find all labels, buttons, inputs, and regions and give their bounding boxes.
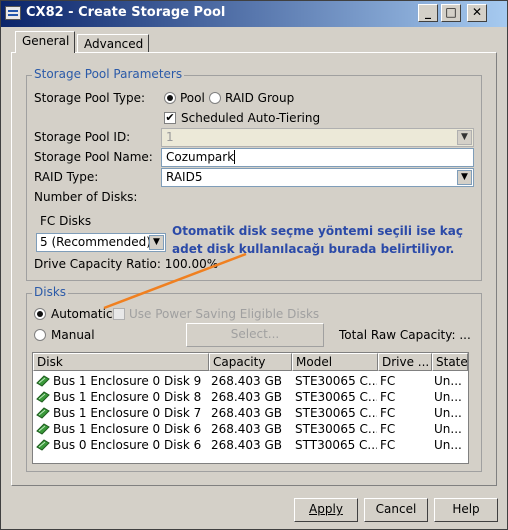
pool-name-value: Cozumpark bbox=[166, 150, 235, 164]
cell-capacity: 268.403 GB bbox=[211, 406, 282, 420]
cancel-label: Cancel bbox=[375, 502, 417, 516]
cell-state: Un... bbox=[434, 422, 462, 436]
cell-disk: Bus 0 Enclosure 0 Disk 6 bbox=[53, 438, 202, 452]
pool-name-label: Storage Pool Name: bbox=[34, 150, 153, 164]
cell-drive: FC bbox=[380, 390, 396, 404]
pool-id-field: 1 ▼ bbox=[161, 128, 474, 147]
cell-disk: Bus 1 Enclosure 0 Disk 9 bbox=[53, 374, 202, 388]
cell-model: STT30065 C... bbox=[295, 438, 377, 452]
manual-label[interactable]: Manual bbox=[51, 328, 95, 342]
close-button[interactable]: ✕ bbox=[467, 4, 487, 22]
disk-icon bbox=[36, 375, 50, 387]
minimize-button[interactable]: _ bbox=[418, 4, 438, 22]
apply-label: Apply bbox=[309, 502, 343, 516]
column-header-drive[interactable]: Drive ... bbox=[378, 353, 432, 371]
disk-icon bbox=[36, 439, 50, 451]
chevron-down-icon: ▼ bbox=[457, 130, 472, 145]
cell-model: STE30065 C... bbox=[295, 422, 377, 436]
cell-model: STE30065 C... bbox=[295, 406, 377, 420]
pool-radio[interactable] bbox=[164, 92, 176, 104]
raid-type-select[interactable]: RAID5 ▼ bbox=[161, 168, 474, 187]
chevron-down-icon[interactable]: ▼ bbox=[457, 170, 472, 185]
cell-capacity: 268.403 GB bbox=[211, 390, 282, 404]
cell-drive: FC bbox=[380, 422, 396, 436]
pool-id-value: 1 bbox=[166, 130, 174, 144]
cell-drive: FC bbox=[380, 374, 396, 388]
tab-general[interactable]: General bbox=[15, 31, 75, 53]
cell-capacity: 268.403 GB bbox=[211, 374, 282, 388]
auto-tiering-checkbox[interactable]: ✔ bbox=[164, 112, 176, 124]
pool-type-label: Storage Pool Type: bbox=[34, 91, 146, 105]
select-disks-button[interactable]: Select... bbox=[186, 323, 324, 347]
pool-name-input[interactable]: Cozumpark​ bbox=[161, 148, 474, 167]
column-header-state[interactable]: State bbox=[432, 353, 468, 371]
fc-disks-value: 5 (Recommended) bbox=[40, 235, 151, 249]
raid-type-value: RAID5 bbox=[166, 170, 203, 184]
help-label: Help bbox=[452, 502, 480, 516]
tab-advanced[interactable]: Advanced bbox=[77, 34, 149, 53]
raid-group-label[interactable]: RAID Group bbox=[225, 91, 294, 105]
chevron-down-icon[interactable]: ▼ bbox=[149, 235, 164, 250]
num-disks-label: Number of Disks: bbox=[34, 190, 138, 204]
help-button[interactable]: Help bbox=[434, 498, 498, 522]
cell-model: STE30065 C... bbox=[295, 374, 377, 388]
annotation-arrow bbox=[103, 252, 247, 310]
disk-icon bbox=[36, 423, 50, 435]
column-header-capacity[interactable]: Capacity bbox=[209, 353, 292, 371]
params-legend: Storage Pool Parameters bbox=[32, 67, 185, 81]
column-header-disk[interactable]: Disk bbox=[33, 353, 209, 371]
cell-model: STE30065 C... bbox=[295, 390, 377, 404]
automatic-radio[interactable] bbox=[34, 308, 46, 320]
pool-radio-label[interactable]: Pool bbox=[180, 91, 205, 105]
disk-icon bbox=[36, 407, 50, 419]
cell-state: Un... bbox=[434, 374, 462, 388]
cell-state: Un... bbox=[434, 406, 462, 420]
fc-disks-label: FC Disks bbox=[40, 214, 92, 228]
cell-capacity: 268.403 GB bbox=[211, 438, 282, 452]
cell-state: Un... bbox=[434, 390, 462, 404]
manual-radio[interactable] bbox=[34, 329, 46, 341]
annotation-line-1: Otomatik disk seçme yöntemi seçili ise k… bbox=[172, 224, 463, 238]
cell-drive: FC bbox=[380, 406, 396, 420]
app-icon bbox=[5, 6, 21, 20]
disk-icon bbox=[36, 391, 50, 403]
cell-disk: Bus 1 Enclosure 0 Disk 8 bbox=[53, 390, 202, 404]
auto-tiering-label[interactable]: Scheduled Auto-Tiering bbox=[181, 111, 320, 125]
cell-state: Un... bbox=[434, 438, 462, 452]
cell-capacity: 268.403 GB bbox=[211, 422, 282, 436]
column-header-model[interactable]: Model bbox=[292, 353, 378, 371]
cell-drive: FC bbox=[380, 438, 396, 452]
apply-button[interactable]: Apply bbox=[294, 498, 358, 522]
pool-id-label: Storage Pool ID: bbox=[34, 130, 131, 144]
raid-type-label: RAID Type: bbox=[34, 170, 99, 184]
raid-group-radio[interactable] bbox=[209, 92, 221, 104]
window-title: CX82 - Create Storage Pool bbox=[26, 5, 226, 20]
cancel-button[interactable]: Cancel bbox=[364, 498, 428, 522]
cell-disk: Bus 1 Enclosure 0 Disk 6 bbox=[53, 422, 202, 436]
total-raw-capacity: Total Raw Capacity: ... bbox=[339, 328, 471, 342]
cell-disk: Bus 1 Enclosure 0 Disk 7 bbox=[53, 406, 202, 420]
disks-legend: Disks bbox=[32, 285, 69, 299]
maximize-button[interactable]: □ bbox=[441, 4, 461, 22]
